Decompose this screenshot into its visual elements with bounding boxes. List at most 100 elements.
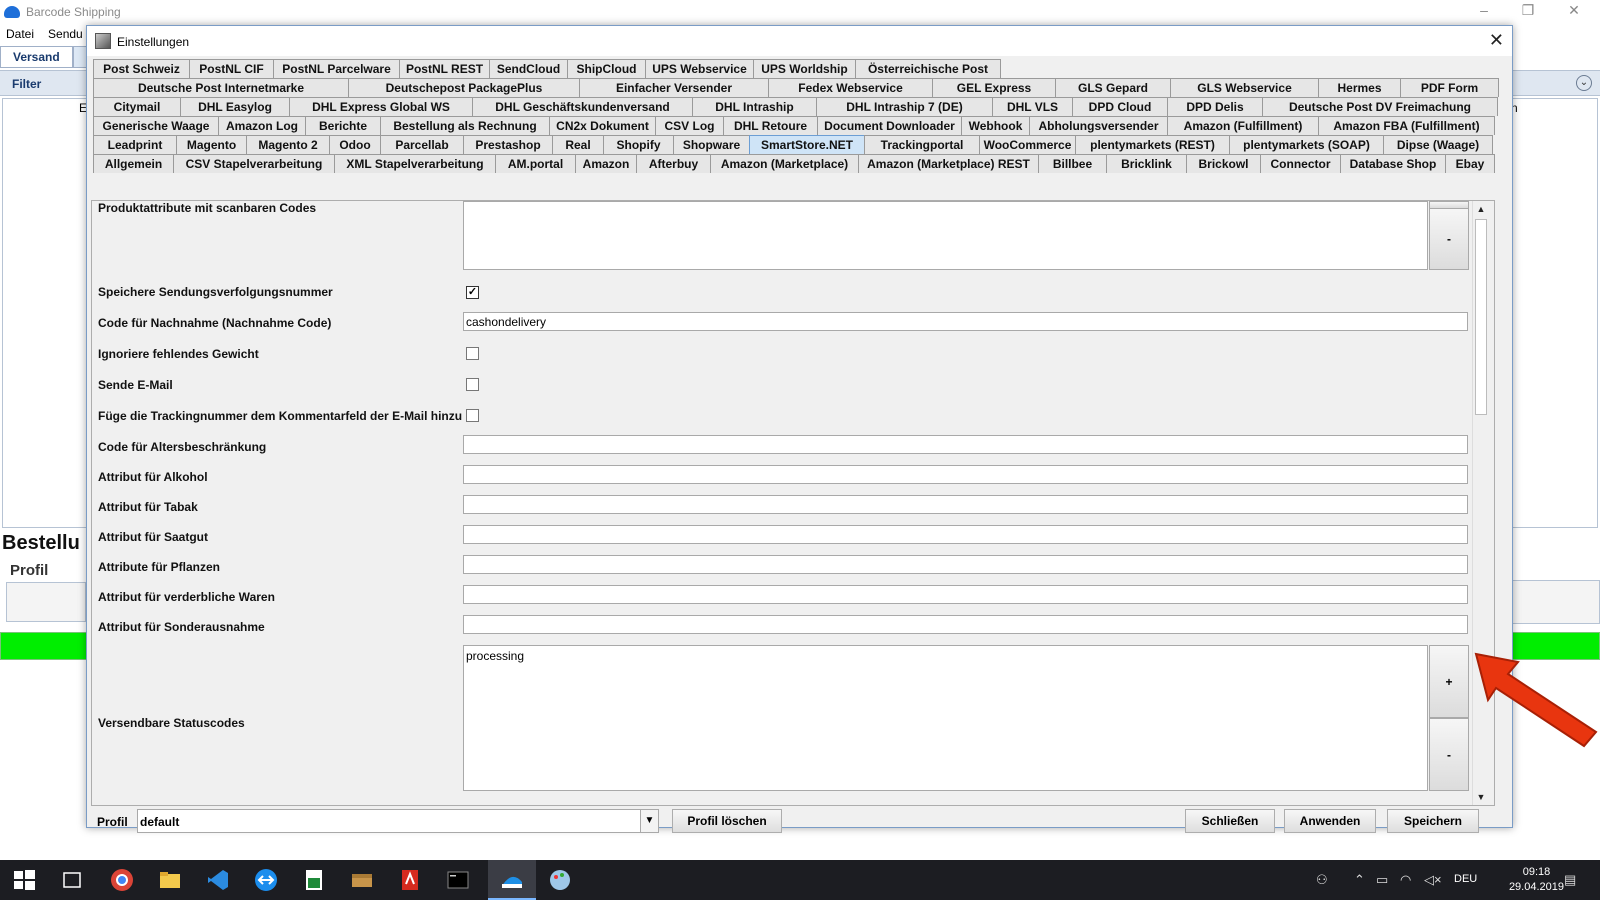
- tab-deutschepost-packageplus[interactable]: Deutschepost PackagePlus: [348, 78, 580, 97]
- tab-post-schweiz[interactable]: Post Schweiz: [93, 59, 190, 78]
- tab-postnl-cif[interactable]: PostNL CIF: [189, 59, 274, 78]
- tab-dpd-delis[interactable]: DPD Delis: [1167, 97, 1263, 116]
- saatgut-input[interactable]: [463, 525, 1468, 544]
- chevron-down-icon[interactable]: ▼: [640, 810, 658, 832]
- barcode-shipping-icon[interactable]: [500, 868, 524, 892]
- tab-dhl-intraship[interactable]: DHL Intraship: [692, 97, 817, 116]
- tab-prestashop[interactable]: Prestashop: [463, 135, 553, 154]
- tab-plentymarkets-soap[interactable]: plentymarkets (SOAP): [1229, 135, 1384, 154]
- input-language[interactable]: DEU: [1454, 873, 1477, 885]
- schliessen-button[interactable]: Schließen: [1185, 809, 1275, 833]
- menu-sendungen[interactable]: Sendu: [48, 27, 83, 41]
- tab-magento[interactable]: Magento: [176, 135, 247, 154]
- tab-deutsche-post-dv-freimachung[interactable]: Deutsche Post DV Freimachung: [1262, 97, 1498, 116]
- tab-am-portal[interactable]: AM.portal: [495, 154, 576, 173]
- profil-select[interactable]: default ▼: [137, 809, 659, 833]
- tab-shipcloud[interactable]: ShipCloud: [567, 59, 646, 78]
- tab-berichte[interactable]: Berichte: [305, 116, 381, 135]
- speichern-button[interactable]: Speichern: [1387, 809, 1479, 833]
- chevron-down-icon[interactable]: ⌄: [1576, 75, 1592, 91]
- produktattribute-list[interactable]: [463, 201, 1428, 270]
- scroll-up-icon[interactable]: ▲: [1473, 201, 1489, 217]
- tab-leadprint[interactable]: Leadprint: [93, 135, 177, 154]
- tab-bricklink[interactable]: Bricklink: [1106, 154, 1187, 173]
- tab-gls-gepard[interactable]: GLS Gepard: [1055, 78, 1171, 97]
- filter-label[interactable]: Filter: [12, 77, 41, 91]
- tab-dhl-vls[interactable]: DHL VLS: [992, 97, 1073, 116]
- tab-bestellung-als-rechnung[interactable]: Bestellung als Rechnung: [380, 116, 550, 135]
- tab-gls-webservice[interactable]: GLS Webservice: [1170, 78, 1319, 97]
- tab-xml-stapelverarbeitung[interactable]: XML Stapelverarbeitung: [334, 154, 496, 173]
- minimize-icon[interactable]: –: [1474, 2, 1494, 18]
- alters-input[interactable]: [463, 435, 1468, 454]
- package-icon[interactable]: [350, 868, 374, 892]
- tab-versand[interactable]: Versand: [0, 46, 73, 68]
- tab-einfacher-versender[interactable]: Einfacher Versender: [579, 78, 769, 97]
- tab-deutsche-post-internetmarke[interactable]: Deutsche Post Internetmarke: [93, 78, 349, 97]
- tab-connector[interactable]: Connector: [1260, 154, 1341, 173]
- people-icon[interactable]: ⚇: [1316, 872, 1328, 888]
- tab-webhook[interactable]: Webhook: [961, 116, 1030, 135]
- tab-amazon-fba-fulfillment[interactable]: Amazon FBA (Fulfillment): [1318, 116, 1495, 135]
- tab-fedex-webservice[interactable]: Fedex Webservice: [768, 78, 933, 97]
- system-clock[interactable]: 09:18 29.04.2019: [1509, 865, 1564, 895]
- volume-muted-icon[interactable]: ◁×: [1424, 872, 1442, 888]
- tab-dhl-geschäftskundenversand[interactable]: DHL Geschäftskundenversand: [472, 97, 693, 116]
- tab-allgemein[interactable]: Allgemein: [93, 154, 174, 173]
- paint-icon[interactable]: [548, 868, 572, 892]
- task-view-icon[interactable]: [60, 868, 84, 892]
- tab-dhl-express-global-ws[interactable]: DHL Express Global WS: [289, 97, 473, 116]
- tab-trackingportal[interactable]: Trackingportal: [864, 135, 980, 154]
- tab-billbee[interactable]: Billbee: [1038, 154, 1107, 173]
- statuscodes-remove-button[interactable]: -: [1429, 718, 1469, 791]
- tab-magento-2[interactable]: Magento 2: [246, 135, 330, 154]
- tabak-input[interactable]: [463, 495, 1468, 514]
- restore-icon[interactable]: ❐: [1518, 2, 1538, 19]
- terminal-icon[interactable]: [446, 868, 470, 892]
- menu-datei[interactable]: Datei: [6, 27, 34, 41]
- scroll-down-icon[interactable]: ▼: [1473, 789, 1489, 805]
- produktattribute-remove-button[interactable]: -: [1429, 208, 1469, 270]
- statuscodes-list[interactable]: processing: [463, 645, 1428, 791]
- vscode-icon[interactable]: [206, 868, 230, 892]
- tab-dhl-retoure[interactable]: DHL Retoure: [723, 116, 818, 135]
- close-icon[interactable]: ✕: [1564, 2, 1584, 19]
- pdf-reader-icon[interactable]: [398, 868, 422, 892]
- tab-odoo[interactable]: Odoo: [329, 135, 381, 154]
- tab-gel-express[interactable]: GEL Express: [932, 78, 1056, 97]
- close-icon[interactable]: ✕: [1489, 30, 1504, 51]
- tab-österreichische-post[interactable]: Österreichische Post: [855, 59, 1001, 78]
- ignoriere-checkbox[interactable]: [466, 347, 479, 360]
- tab-amazon[interactable]: Amazon: [575, 154, 637, 173]
- wifi-icon[interactable]: ◠: [1400, 872, 1411, 888]
- tab-smartstore-net[interactable]: SmartStore.NET: [749, 135, 865, 154]
- tab-ebay[interactable]: Ebay: [1445, 154, 1495, 173]
- sonder-input[interactable]: [463, 615, 1468, 634]
- tab-dhl-intraship-7-de[interactable]: DHL Intraship 7 (DE): [816, 97, 993, 116]
- tab-dpd-cloud[interactable]: DPD Cloud: [1072, 97, 1168, 116]
- tab-sendcloud[interactable]: SendCloud: [489, 59, 568, 78]
- teamviewer-icon[interactable]: [254, 868, 278, 892]
- alkohol-input[interactable]: [463, 465, 1468, 484]
- tab-postnl-rest[interactable]: PostNL REST: [399, 59, 490, 78]
- verderblich-input[interactable]: [463, 585, 1468, 604]
- tab-amazon-fulfillment[interactable]: Amazon (Fulfillment): [1167, 116, 1319, 135]
- file-explorer-icon[interactable]: [158, 868, 182, 892]
- notifications-icon[interactable]: ▤: [1564, 872, 1576, 888]
- chevron-up-icon[interactable]: ⌃: [1354, 872, 1365, 888]
- tab-dhl-easylog[interactable]: DHL Easylog: [180, 97, 290, 116]
- tab-hermes[interactable]: Hermes: [1318, 78, 1401, 97]
- tab-amazon-log[interactable]: Amazon Log: [218, 116, 306, 135]
- tab-ups-webservice[interactable]: UPS Webservice: [645, 59, 754, 78]
- tab-parcellab[interactable]: Parcellab: [380, 135, 464, 154]
- tab-citymail[interactable]: Citymail: [93, 97, 181, 116]
- speichere-checkbox[interactable]: ✓: [466, 286, 479, 299]
- anwenden-button[interactable]: Anwenden: [1284, 809, 1376, 833]
- tab-afterbuy[interactable]: Afterbuy: [636, 154, 711, 173]
- tab-database-shop[interactable]: Database Shop: [1340, 154, 1446, 173]
- tab-brickowl[interactable]: Brickowl: [1186, 154, 1261, 173]
- scrollbar-thumb[interactable]: [1475, 219, 1487, 415]
- tab-real[interactable]: Real: [552, 135, 604, 154]
- tab-postnl-parcelware[interactable]: PostNL Parcelware: [273, 59, 400, 78]
- tab-cn2x-dokument[interactable]: CN2x Dokument: [549, 116, 656, 135]
